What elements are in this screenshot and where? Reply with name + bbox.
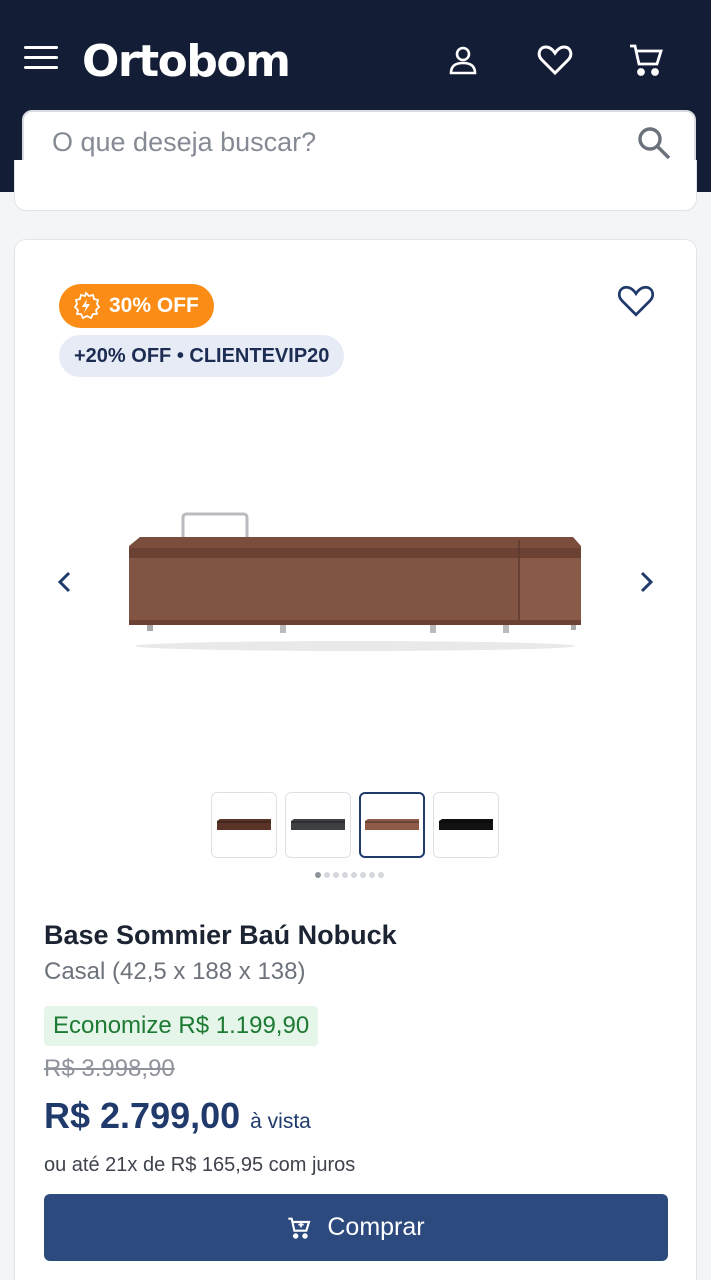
- discount-badge-label: 30% OFF: [109, 294, 199, 317]
- thumbnail-image: [217, 819, 271, 830]
- thumbnail[interactable]: [359, 792, 425, 858]
- current-price: R$ 2.799,00: [44, 1095, 241, 1136]
- product-size: Casal (42,5 x 188 x 138): [44, 958, 306, 985]
- cart-icon: [288, 1217, 311, 1239]
- product-card: 30% OFF +20% OFF • CLIENTEVIP20 Base Som…: [14, 239, 697, 1280]
- product-image: [129, 512, 581, 651]
- user-icon: [449, 46, 477, 75]
- previous-product-card: [14, 160, 697, 211]
- wishlist-button[interactable]: [535, 40, 575, 80]
- chevron-left-icon: [57, 571, 71, 593]
- discount-badge: 30% OFF: [59, 284, 214, 328]
- savings-badge: Economize R$ 1.199,90: [44, 1006, 319, 1046]
- thumbnail[interactable]: [285, 792, 351, 858]
- carousel-dot[interactable]: [360, 872, 366, 878]
- thumbnail-gallery: [211, 792, 499, 858]
- menu-icon-bar: [24, 66, 58, 69]
- menu-button[interactable]: [24, 46, 58, 74]
- carousel-dot[interactable]: [378, 872, 384, 878]
- account-button[interactable]: [443, 40, 483, 80]
- carousel-dot[interactable]: [324, 872, 330, 878]
- buy-button-label: Comprar: [327, 1213, 425, 1241]
- carousel-dot[interactable]: [351, 872, 357, 878]
- thumbnail[interactable]: [211, 792, 277, 858]
- coupon-badge: +20% OFF • CLIENTEVIP20: [59, 335, 345, 377]
- product-title[interactable]: Base Sommier Baú Nobuck: [44, 920, 397, 951]
- carousel-dots: [315, 872, 384, 878]
- price-row: R$ 2.799,00 à vista: [44, 1095, 311, 1137]
- carousel-dot[interactable]: [342, 872, 348, 878]
- installments-info: ou até 21x de R$ 165,95 com juros: [44, 1154, 356, 1176]
- prev-image-button[interactable]: [45, 562, 85, 602]
- carousel-dot[interactable]: [315, 872, 321, 878]
- thumbnail-image: [439, 819, 493, 830]
- cart-button[interactable]: [626, 40, 666, 80]
- next-image-button[interactable]: [626, 562, 666, 602]
- carousel-dot[interactable]: [333, 872, 339, 878]
- menu-icon-bar: [24, 56, 58, 59]
- thumbnail[interactable]: [433, 792, 499, 858]
- buy-button[interactable]: Comprar: [44, 1194, 668, 1261]
- price-suffix: à vista: [250, 1110, 311, 1133]
- lightning-icon: [73, 291, 101, 320]
- menu-icon-bar: [24, 46, 58, 49]
- favorite-heart-icon[interactable]: [617, 282, 655, 320]
- search-icon[interactable]: [636, 125, 672, 161]
- thumbnail-image: [291, 819, 345, 830]
- brand-logo[interactable]: Ortobom: [82, 36, 291, 88]
- carousel-dot[interactable]: [369, 872, 375, 878]
- chevron-right-icon: [640, 571, 654, 593]
- thumbnail-image: [365, 819, 419, 830]
- heart-icon: [537, 45, 573, 76]
- cart-icon: [630, 44, 663, 76]
- search-input[interactable]: [52, 126, 612, 158]
- old-price: R$ 3.998,90: [44, 1055, 175, 1082]
